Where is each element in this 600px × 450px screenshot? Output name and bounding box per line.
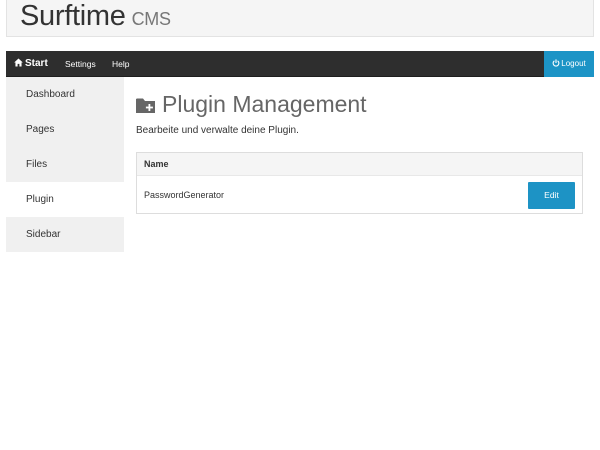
logout-label: Logout [561, 59, 586, 68]
brand-name: Surftime [20, 0, 126, 32]
top-navbar: Start Settings Help Logout [6, 51, 594, 77]
folder-plus-icon [136, 98, 155, 113]
table-row: PasswordGenerator Edit [137, 176, 582, 214]
nav-start-link[interactable]: Start [14, 51, 48, 77]
nav-settings-link[interactable]: Settings [65, 51, 96, 77]
sidebar-item-plugin[interactable]: Plugin [6, 182, 124, 217]
brand-header: Surftime CMS [6, 0, 594, 37]
edit-button[interactable]: Edit [528, 182, 575, 209]
nav-help-link[interactable]: Help [112, 51, 129, 77]
page-title: Plugin Management [136, 89, 367, 119]
sidebar: Dashboard Pages Files Plugin Sidebar [6, 77, 124, 252]
sidebar-item-dashboard[interactable]: Dashboard [6, 77, 124, 112]
plugin-name: PasswordGenerator [144, 190, 225, 200]
page-title-text: Plugin Management [162, 91, 367, 117]
home-icon [14, 58, 23, 67]
table-header-name: Name [137, 153, 582, 176]
power-icon [552, 59, 560, 67]
logout-button[interactable]: Logout [544, 51, 594, 77]
sidebar-item-files[interactable]: Files [6, 147, 124, 182]
sidebar-item-sidebar[interactable]: Sidebar [6, 217, 124, 252]
plugin-table: Name PasswordGenerator Edit [136, 152, 583, 214]
page-description: Bearbeite und verwalte deine Plugin. [136, 125, 299, 136]
brand-subtitle: CMS [131, 9, 171, 29]
nav-start-label: Start [25, 58, 48, 69]
sidebar-item-pages[interactable]: Pages [6, 112, 124, 147]
brand-title: Surftime CMS [20, 0, 171, 36]
